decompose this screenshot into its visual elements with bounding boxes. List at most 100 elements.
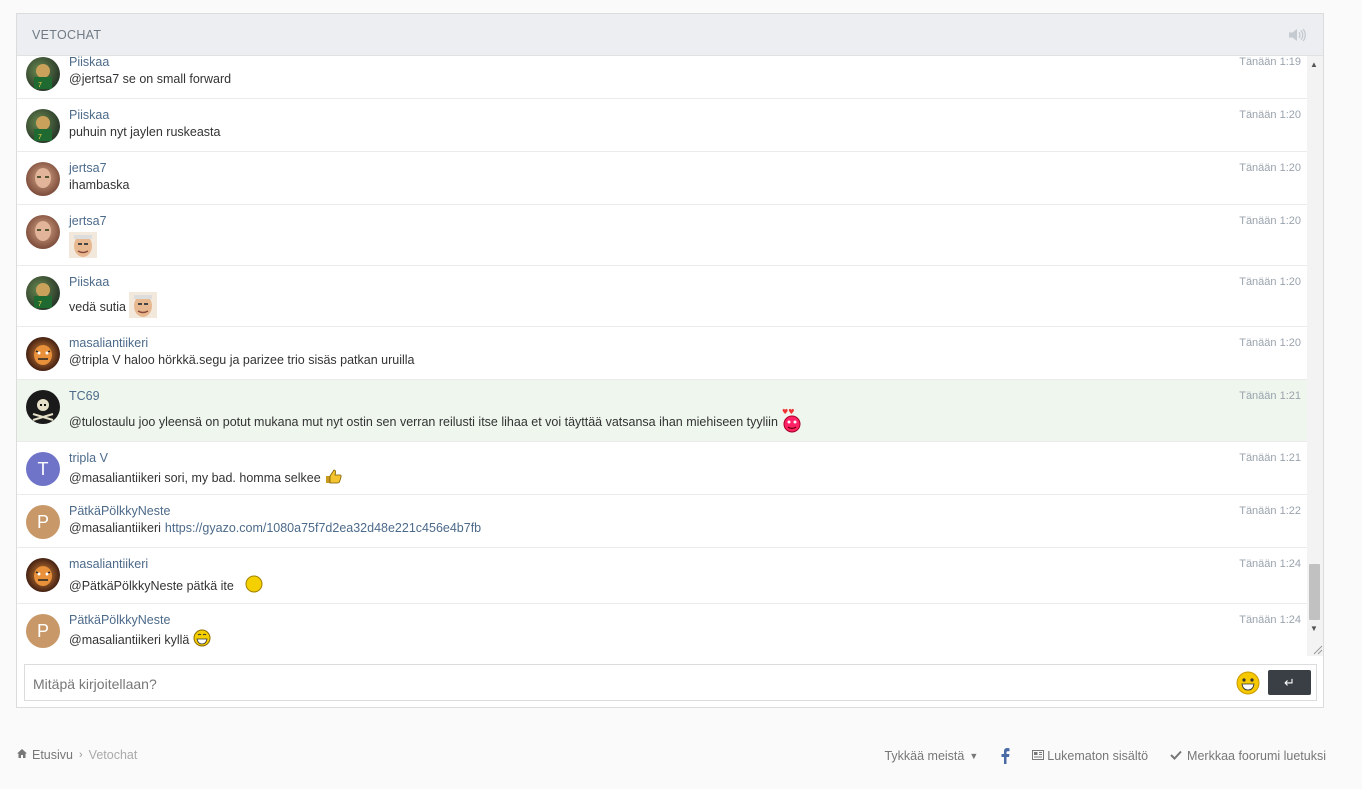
caret-down-icon: ▼ bbox=[969, 751, 979, 761]
chat-header: VETOCHAT bbox=[17, 14, 1323, 56]
scroll-thumb[interactable] bbox=[1309, 564, 1320, 620]
message-composer: ↵ bbox=[24, 664, 1317, 702]
message-link[interactable]: https://gyazo.com/1080a75f7d2ea32d48e221… bbox=[165, 521, 481, 535]
face-sticker-icon bbox=[69, 232, 97, 261]
username[interactable]: PätkäPölkkyNeste bbox=[69, 613, 170, 627]
message-body: vedä sutia bbox=[69, 299, 126, 314]
scroll-up-arrow-icon[interactable]: ▲ bbox=[1310, 60, 1318, 69]
message-text: @masaliantiikeri sori, my bad. homma sel… bbox=[69, 468, 342, 487]
message-text: @tripla V haloo hörkkä.segu ja parizee t… bbox=[69, 353, 415, 367]
svg-text:♥♥: ♥♥ bbox=[782, 408, 795, 416]
chat-message: masaliantiikeri Tänään 1:20 @tripla V ha… bbox=[17, 327, 1308, 380]
message-body: puhuin nyt jaylen ruskeasta bbox=[69, 125, 221, 139]
timestamp: Tänään 1:19 bbox=[1239, 56, 1301, 68]
svg-text:7: 7 bbox=[38, 82, 42, 89]
username[interactable]: TC69 bbox=[69, 389, 100, 403]
message-text bbox=[69, 232, 97, 261]
thumbs-up-icon bbox=[324, 468, 342, 487]
breadcrumb-home-link[interactable]: Etusivu bbox=[32, 748, 73, 762]
chat-message: P PätkäPölkkyNeste Tänään 1:24 @masalian… bbox=[17, 604, 1308, 656]
emoji-picker-icon[interactable] bbox=[1235, 670, 1261, 696]
resize-handle-icon[interactable] bbox=[1309, 641, 1323, 655]
username[interactable]: masaliantiikeri bbox=[69, 336, 148, 350]
avatar[interactable] bbox=[26, 337, 60, 371]
avatar-initial: P bbox=[36, 511, 49, 532]
avatar[interactable] bbox=[26, 390, 60, 424]
avatar[interactable]: 7 bbox=[26, 276, 60, 310]
chat-message: jertsa7 Tänään 1:20 ihambaska bbox=[17, 152, 1308, 205]
message-body: @PätkäPölkkyNeste pätkä ite bbox=[69, 578, 234, 593]
svg-text:7: 7 bbox=[38, 134, 42, 141]
timestamp: Tänään 1:20 bbox=[1239, 337, 1301, 349]
username[interactable]: Piiskaa bbox=[69, 56, 109, 69]
username[interactable]: Piiskaa bbox=[69, 275, 109, 289]
timestamp: Tänään 1:20 bbox=[1239, 109, 1301, 121]
timestamp: Tänään 1:20 bbox=[1239, 162, 1301, 174]
message-body: @masaliantiikeri sori, my bad. homma sel… bbox=[69, 470, 321, 485]
send-button[interactable]: ↵ bbox=[1268, 670, 1311, 695]
avatar[interactable]: P bbox=[26, 505, 60, 539]
newspaper-icon bbox=[1032, 749, 1045, 763]
username[interactable]: jertsa7 bbox=[69, 161, 107, 175]
message-body: @tulostaulu joo yleensä on potut mukana … bbox=[69, 414, 778, 429]
chat-message: jertsa7 Tänään 1:20 bbox=[17, 205, 1308, 266]
message-body: @tripla V haloo hörkkä.segu ja parizee t… bbox=[69, 353, 415, 367]
timestamp: Tänään 1:24 bbox=[1239, 558, 1301, 570]
avatar[interactable]: 7 bbox=[26, 57, 60, 91]
chat-title: VETOCHAT bbox=[32, 27, 102, 42]
volume-icon[interactable] bbox=[1286, 27, 1308, 43]
mark-forum-read-label: Merkkaa foorumi luetuksi bbox=[1187, 749, 1326, 763]
message-body: ihambaska bbox=[69, 178, 130, 192]
message-text: @jertsa7 se on small forward bbox=[69, 72, 231, 86]
like-us-label: Tykkää meistä bbox=[884, 749, 965, 763]
message-text: @PätkäPölkkyNeste pätkä ite bbox=[69, 574, 264, 597]
chat-panel: VETOCHAT 7 Piiskaa Tänään 1:19 @jertsa7 … bbox=[16, 13, 1324, 708]
avatar[interactable] bbox=[26, 162, 60, 196]
timestamp: Tänään 1:20 bbox=[1239, 215, 1301, 227]
mark-forum-read-link[interactable]: Merkkaa foorumi luetuksi bbox=[1170, 749, 1326, 763]
chat-message: 7 Piiskaa Tänään 1:20 puhuin nyt jaylen … bbox=[17, 99, 1308, 152]
chat-message-highlighted: TC69 Tänään 1:21 @tulostaulu joo yleensä… bbox=[17, 380, 1308, 442]
scroll-down-arrow-icon[interactable]: ▼ bbox=[1310, 624, 1318, 633]
timestamp: Tänään 1:22 bbox=[1239, 505, 1301, 517]
message-input[interactable] bbox=[25, 665, 1235, 702]
avatar[interactable] bbox=[26, 558, 60, 592]
message-list: 7 Piiskaa Tänään 1:19 @jertsa7 se on sma… bbox=[17, 56, 1308, 656]
chat-message: P PätkäPölkkyNeste Tänään 1:22 @masalian… bbox=[17, 495, 1308, 548]
username[interactable]: Piiskaa bbox=[69, 108, 109, 122]
breadcrumb: Etusivu › Vetochat bbox=[16, 748, 137, 762]
grin-smiley-icon bbox=[192, 628, 212, 651]
facebook-icon[interactable] bbox=[1000, 748, 1010, 764]
home-icon bbox=[16, 748, 28, 762]
avatar[interactable]: P bbox=[26, 614, 60, 648]
username[interactable]: PätkäPölkkyNeste bbox=[69, 504, 170, 518]
timestamp: Tänään 1:24 bbox=[1239, 614, 1301, 626]
face-sticker-icon bbox=[128, 292, 157, 321]
timestamp: Tänään 1:21 bbox=[1239, 390, 1301, 402]
message-scrollbar[interactable]: ▲ ▼ bbox=[1307, 56, 1323, 656]
unread-content-label: Lukematon sisältö bbox=[1047, 749, 1149, 763]
message-text: vedä sutia bbox=[69, 292, 157, 321]
avatar[interactable] bbox=[26, 215, 60, 249]
breadcrumb-current: Vetochat bbox=[88, 748, 138, 762]
username[interactable]: jertsa7 bbox=[69, 214, 107, 228]
message-text: @masaliantiikeri https://gyazo.com/1080a… bbox=[69, 521, 481, 535]
footer-links: Tykkää meistä ▼ Lukematon sisältö Merkka… bbox=[862, 748, 1326, 764]
message-body: @jertsa7 se on small forward bbox=[69, 72, 232, 86]
chat-message: 7 Piiskaa Tänään 1:19 @jertsa7 se on sma… bbox=[17, 56, 1308, 99]
username[interactable]: tripla V bbox=[69, 451, 108, 465]
username[interactable]: masaliantiikeri bbox=[69, 557, 148, 571]
svg-text:7: 7 bbox=[38, 301, 42, 308]
like-us-dropdown[interactable]: Tykkää meistä ▼ bbox=[884, 749, 978, 763]
timestamp: Tänään 1:20 bbox=[1239, 276, 1301, 288]
chat-message: T tripla V Tänään 1:21 @masaliantiikeri … bbox=[17, 442, 1308, 495]
timestamp: Tänään 1:21 bbox=[1239, 452, 1301, 464]
unread-content-link[interactable]: Lukematon sisältö bbox=[1032, 749, 1148, 763]
chat-message: masaliantiikeri Tänään 1:24 @PätkäPölkky… bbox=[17, 548, 1308, 604]
avatar-initial: T bbox=[37, 458, 49, 479]
avatar[interactable]: T bbox=[26, 452, 60, 486]
chevron-right-icon: › bbox=[79, 749, 83, 761]
avatar-initial: P bbox=[36, 620, 49, 641]
checkmark-icon bbox=[1170, 749, 1182, 763]
avatar[interactable]: 7 bbox=[26, 109, 60, 143]
